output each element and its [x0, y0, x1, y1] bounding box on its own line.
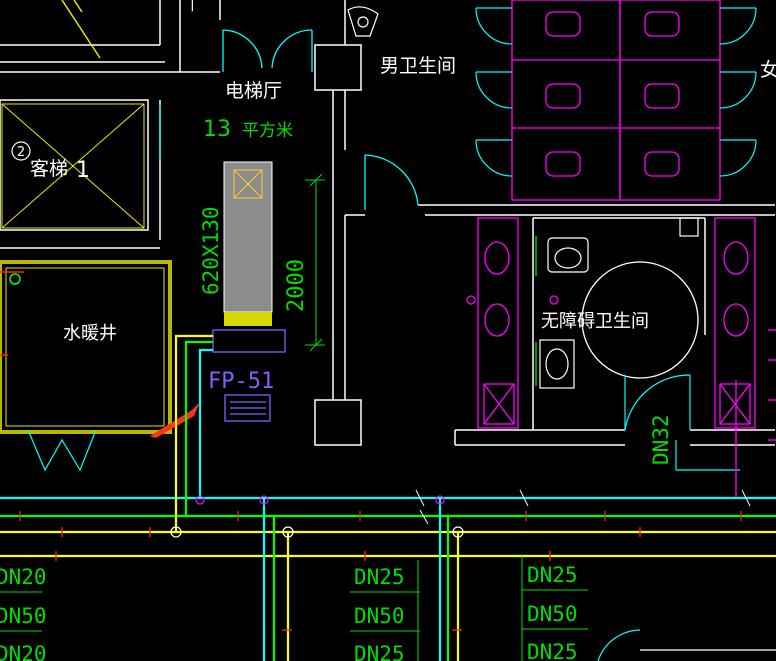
pipe-label: DN20	[0, 565, 47, 589]
elevator-hall-label: 电梯厅	[225, 80, 282, 102]
stair-lines	[0, 0, 221, 73]
pipe-labels-left: DN20 DN50 DN20	[0, 565, 47, 661]
duct-size-dimension: 620X130	[199, 206, 223, 295]
mens-stalls	[511, 0, 721, 201]
pipe-label: DN50	[527, 602, 578, 626]
accessible-restroom-label: 无障碍卫生间	[541, 311, 649, 332]
supply-duct	[223, 161, 273, 326]
stall-doors	[475, 7, 757, 177]
area-unit: 平方米	[242, 121, 293, 141]
pipe-label: DN25	[354, 565, 405, 589]
plumbing-shaft	[0, 260, 172, 472]
elevator-number: 1	[76, 158, 90, 183]
pipe-ticks-white	[415, 489, 751, 525]
valve-symbols	[0, 271, 24, 356]
accessible-fixtures	[539, 217, 699, 389]
sink-top	[347, 6, 379, 37]
duct-length-dimension: 2000	[284, 259, 309, 312]
elevator-marker: 2	[17, 145, 25, 160]
floor-drain	[466, 295, 476, 305]
riser-size-label: DN32	[649, 414, 673, 465]
door-arc-bottom	[597, 629, 641, 661]
pipe-label: DN50	[0, 604, 47, 628]
mens-restroom-label: 男卫生间	[380, 55, 456, 77]
pipe-labels-mid: DN25 DN50 DN25	[350, 560, 420, 661]
area-value: 13	[203, 117, 231, 142]
fan-coil-tag: FP-51	[208, 369, 274, 394]
pipe-labels-right: DN25 DN50 DN25	[521, 556, 588, 661]
elevator-label: 客梯	[30, 158, 68, 180]
womens-restroom-label: 女	[760, 59, 776, 81]
svg-text:|: |	[190, 0, 195, 12]
floor-plan-drawing: | 2 客梯 1 水暖井 电梯厅 13 平方米 男卫生间 FP-51 620X1…	[0, 0, 776, 661]
floor-drain	[549, 295, 559, 305]
stair-handrail	[61, 0, 101, 59]
pipe-label: DN25	[527, 640, 578, 661]
pipe-label: DN25	[354, 642, 405, 661]
pipe-label: DN25	[527, 563, 578, 587]
pipe-label: DN50	[354, 604, 405, 628]
plumbing-shaft-label: 水暖井	[63, 323, 117, 344]
pipe-label: DN20	[0, 642, 47, 661]
pipe-runs	[0, 496, 776, 558]
